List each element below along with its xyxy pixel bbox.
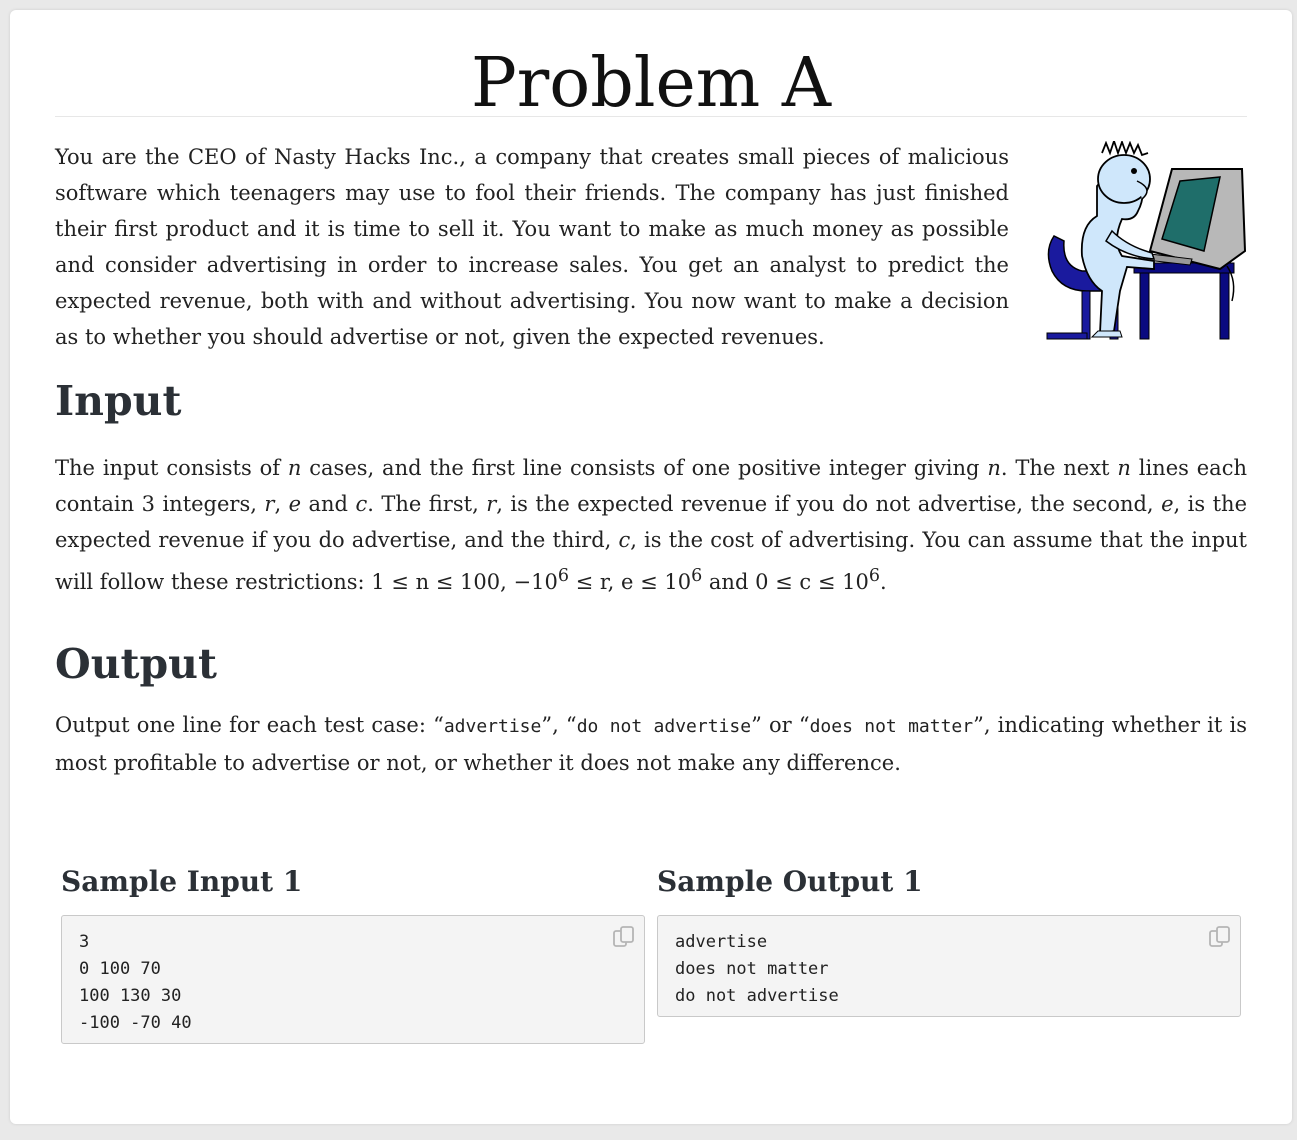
sample-input: Sample Input 1 3 0 100 70 100 130 30 -10… — [61, 865, 645, 1044]
math-exponent: 6 — [691, 566, 703, 586]
input-text: , is the expected revenue if you do not … — [496, 492, 1162, 516]
problem-card: Problem A You are the CEO of Nasty Hacks… — [10, 10, 1292, 1124]
sample-output-content: advertise does not matter do not adverti… — [675, 932, 839, 1006]
math-exponent: 6 — [557, 566, 569, 586]
input-text: The input consists of — [55, 456, 288, 480]
input-text: . — [879, 570, 887, 594]
math-restriction-lower: −10 — [513, 570, 558, 594]
math-n: n — [1117, 456, 1131, 480]
input-text: cases, and the first line consists of on… — [301, 456, 988, 480]
output-heading: Output — [55, 640, 217, 688]
math-exponent: 6 — [868, 566, 880, 586]
input-text: . The first, — [367, 492, 487, 516]
intro-section: You are the CEO of Nasty Hacks Inc., a c… — [55, 139, 1247, 359]
math-restriction-n: 1 ≤ n ≤ 100 — [371, 570, 501, 594]
sample-input-content: 3 0 100 70 100 130 30 -100 -70 40 — [79, 932, 192, 1033]
input-text: , — [274, 492, 289, 516]
output-paragraph: Output one line for each test case: “adv… — [55, 707, 1247, 781]
copy-icon[interactable] — [612, 926, 636, 948]
math-c: c — [618, 528, 631, 552]
math-restriction-c: 0 ≤ c ≤ 10 — [755, 570, 869, 594]
sample-output-box: advertise does not matter do not adverti… — [657, 915, 1241, 1017]
input-heading: Input — [55, 377, 182, 425]
code-do-not-advertise: do not advertise — [576, 716, 752, 737]
problem-content: Problem A You are the CEO of Nasty Hacks… — [55, 10, 1247, 781]
input-text: integers, — [154, 492, 265, 516]
input-text: and — [301, 492, 356, 516]
input-paragraph: The input consists of n cases, and the f… — [55, 450, 1247, 600]
math-three: 3 — [141, 492, 155, 516]
math-c: c — [355, 492, 368, 516]
output-text: ”, “ — [541, 713, 577, 737]
math-r: r — [486, 492, 497, 516]
input-text: . The next — [1000, 456, 1118, 480]
math-n: n — [987, 456, 1001, 480]
output-text: Output one line for each test case: “ — [55, 713, 444, 737]
math-n: n — [287, 456, 302, 480]
copy-icon[interactable] — [1208, 926, 1232, 948]
person-at-computer-illustration — [1046, 141, 1247, 340]
sample-input-heading: Sample Input 1 — [61, 865, 303, 898]
input-text: and — [702, 570, 756, 594]
code-advertise: advertise — [443, 716, 542, 737]
code-does-not-matter: does not matter — [809, 716, 974, 737]
sample-input-box: 3 0 100 70 100 130 30 -100 -70 40 — [61, 915, 645, 1044]
intro-paragraph: You are the CEO of Nasty Hacks Inc., a c… — [55, 145, 1009, 349]
input-text: , — [500, 570, 514, 594]
output-text: ” or “ — [751, 713, 810, 737]
sample-output: Sample Output 1 advertise does not matte… — [657, 865, 1241, 1017]
sample-output-heading: Sample Output 1 — [657, 865, 923, 898]
math-restriction-re: ≤ r, e ≤ 10 — [568, 570, 692, 594]
math-e: e — [1161, 492, 1174, 516]
math-r: r — [264, 492, 275, 516]
math-e: e — [288, 492, 302, 516]
page-title: Problem A — [471, 44, 831, 123]
